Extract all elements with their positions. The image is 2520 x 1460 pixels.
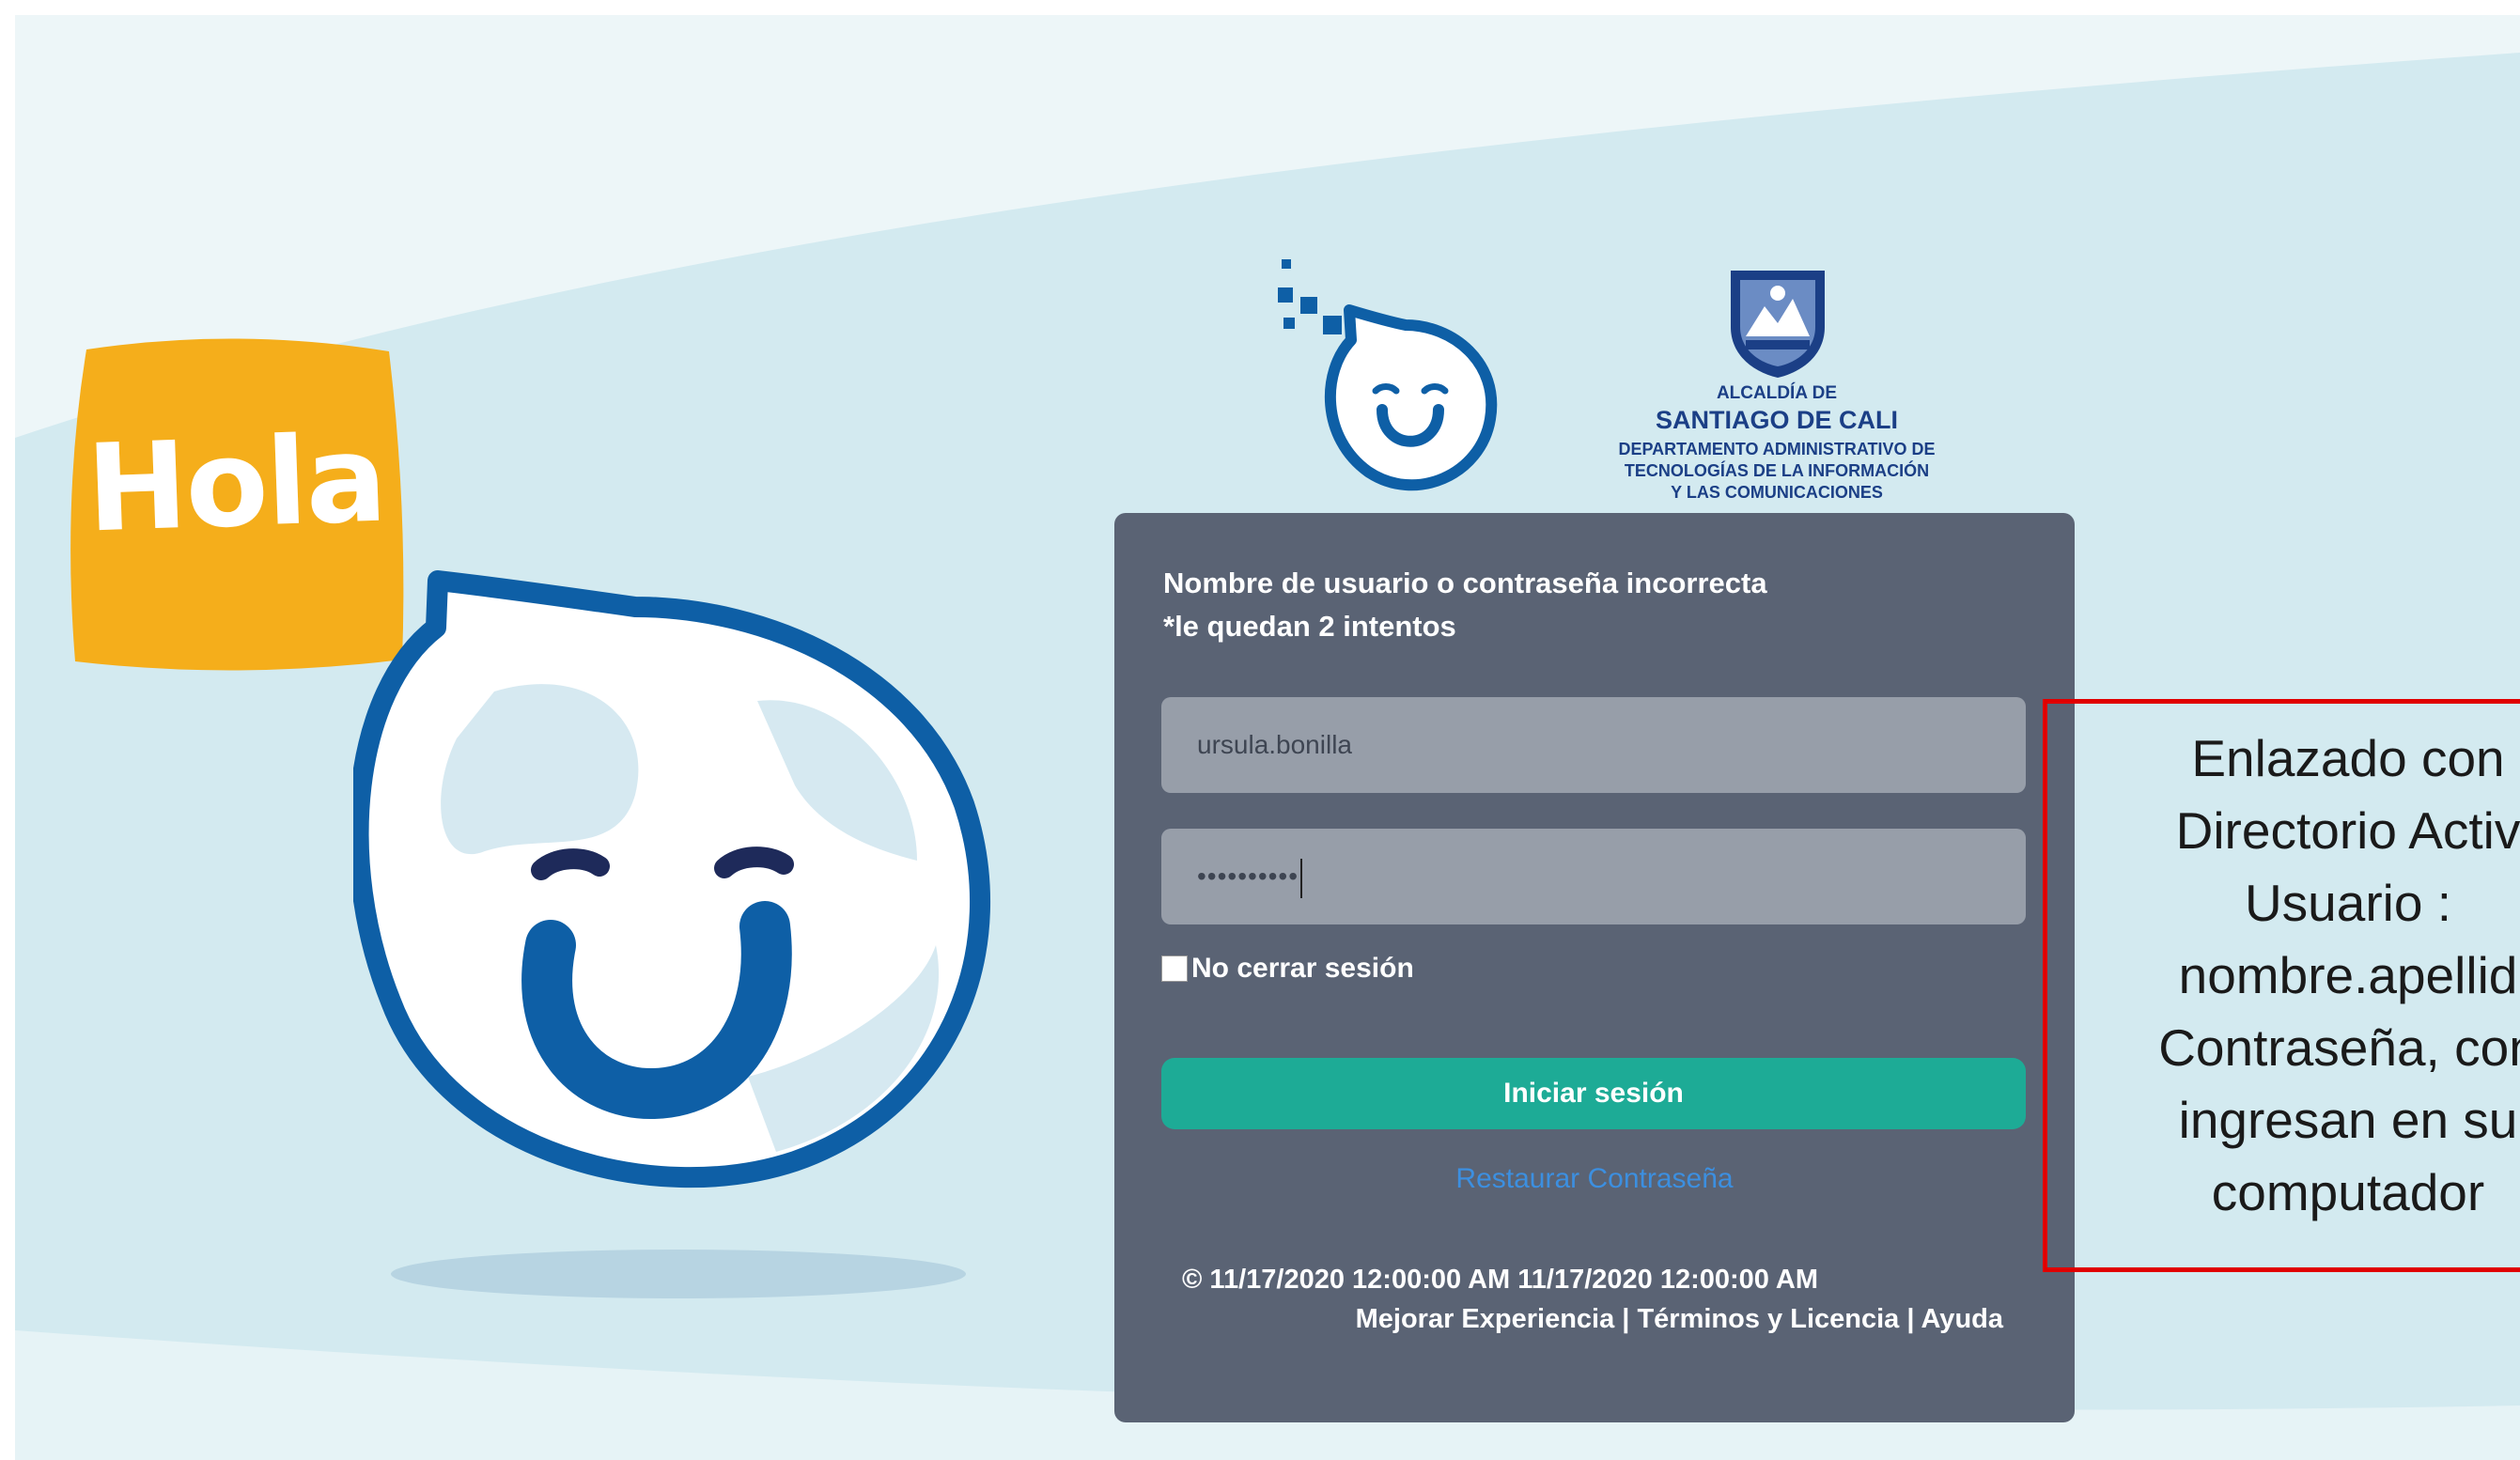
cali-coat-of-arms-icon: [1731, 271, 1825, 378]
restore-password-link[interactable]: Restaurar Contraseña: [1114, 1163, 2075, 1195]
annotation-line-5: Contraseña, con: [2158, 1018, 2520, 1077]
annotation-line-6: ingresan en su: [2178, 1091, 2518, 1149]
error-message-line-1: Nombre de usuario o contraseña incorrect…: [1163, 567, 1767, 599]
annotation-line-3: Usuario :: [2244, 874, 2452, 932]
password-input[interactable]: ••••••••••: [1161, 829, 2026, 924]
brand-drop-logo-icon: [1278, 259, 1498, 491]
username-input[interactable]: ursula.bonilla: [1161, 697, 2026, 793]
annotation-text: Enlazado con Directorio Activ Usuario : …: [2038, 722, 2520, 1229]
remember-session-checkbox[interactable]: [1161, 955, 1188, 982]
cali-line-4: TECNOLOGÍAS DE LA INFORMACIÓN: [1624, 461, 1930, 480]
annotation-line-4: nombre.apellid: [2178, 946, 2518, 1004]
cali-line-2: SANTIAGO DE CALI: [1655, 406, 1898, 434]
login-card: Nombre de usuario o contraseña incorrect…: [1114, 513, 2075, 1422]
annotation-line-7: computador: [2211, 1163, 2485, 1221]
footer-links[interactable]: Mejorar Experiencia | Términos y Licenci…: [1356, 1304, 2003, 1335]
annotation-line-2: Directorio Activ: [2175, 801, 2520, 860]
copyright-text: © 11/17/2020 12:00:00 AM 11/17/2020 12:0…: [1182, 1265, 1819, 1295]
error-message-line-2: *le quedan 2 intentos: [1163, 610, 1456, 643]
annotation-box: Enlazado con Directorio Activ Usuario : …: [2043, 699, 2520, 1272]
mascot-drop-smiley-icon: [353, 570, 991, 1298]
cali-line-3: DEPARTAMENTO ADMINISTRATIVO DE: [1618, 440, 1936, 458]
cali-institution-text: ALCALDÍA DE SANTIAGO DE CALI DEPARTAMENT…: [1575, 383, 1979, 504]
remember-session-label[interactable]: No cerrar sesión: [1191, 953, 1414, 985]
login-button[interactable]: Iniciar sesión: [1161, 1058, 2026, 1129]
remember-session-row: No cerrar sesión: [1161, 953, 1414, 985]
cali-line-1: ALCALDÍA DE: [1716, 383, 1838, 403]
password-mask: ••••••••••: [1197, 862, 1299, 891]
hola-text: Hola: [84, 409, 388, 560]
username-value: ursula.bonilla: [1197, 730, 1352, 759]
error-message: Nombre de usuario o contraseña incorrect…: [1163, 562, 1767, 648]
login-page-background: Hola ALCALDÍA DE SANTIAGO DE CALI DEPART…: [15, 15, 2520, 1460]
cali-line-5: Y LAS COMUNICACIONES: [1671, 483, 1883, 502]
annotation-line-1: Enlazado con: [2191, 729, 2505, 787]
text-caret: [1300, 858, 1303, 898]
